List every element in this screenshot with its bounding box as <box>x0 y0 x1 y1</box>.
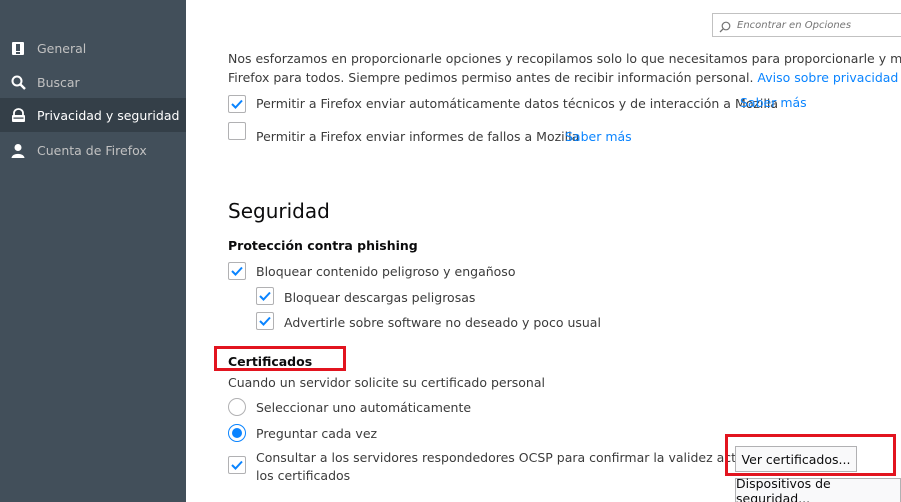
block-downloads-label[interactable]: Bloquear descargas peligrosas <box>284 290 475 305</box>
privacy-intro-line2: Firefox para todos. Siempre pedimos perm… <box>228 70 899 85</box>
sidebar-item-label: Buscar <box>37 74 80 90</box>
phishing-heading: Protección contra phishing <box>228 238 418 253</box>
certificates-description: Cuando un servidor solicite su certifica… <box>228 375 545 390</box>
radio-select-automatically-label[interactable]: Seleccionar uno automáticamente <box>256 400 471 415</box>
block-content-checkbox[interactable] <box>228 262 246 280</box>
privacy-notice-link[interactable]: Aviso sobre privacidad <box>757 70 898 85</box>
security-devices-button[interactable]: Dispositivos de seguridad... <box>735 476 901 502</box>
checkmark-icon <box>259 316 271 326</box>
crash-reports-checkbox[interactable] <box>228 122 246 140</box>
sidebar-item-privacy[interactable]: Privacidad y seguridad <box>0 98 186 132</box>
ocsp-label-line1[interactable]: Consultar a los servidores respondedores… <box>256 450 775 465</box>
block-downloads-checkbox[interactable] <box>256 287 274 305</box>
radio-ask-every-time[interactable] <box>228 424 246 442</box>
search-icon <box>10 74 26 90</box>
checkmark-icon <box>259 291 271 301</box>
sidebar-item-label: General <box>37 40 87 56</box>
checkmark-icon <box>231 460 243 470</box>
general-icon <box>10 40 26 56</box>
sidebar-item-label: Cuenta de Firefox <box>37 142 147 158</box>
checkmark-icon <box>231 266 243 276</box>
view-certificates-button[interactable]: Ver certificados... <box>735 446 857 472</box>
telemetry-label[interactable]: Permitir a Firefox enviar automáticament… <box>256 96 778 111</box>
sidebar: General Buscar Privacidad y seguridad Cu… <box>0 0 186 502</box>
lock-icon <box>10 107 26 123</box>
certificates-heading: Certificados <box>228 354 313 369</box>
main-content: Nos esforzamos en proporcionarle opcione… <box>186 0 901 502</box>
block-content-label[interactable]: Bloquear contenido peligroso y engañoso <box>256 264 515 279</box>
sidebar-item-general[interactable]: General <box>0 31 186 65</box>
ocsp-label-line2[interactable]: los certificados <box>256 468 350 483</box>
radio-select-automatically[interactable] <box>228 398 246 416</box>
sidebar-item-account[interactable]: Cuenta de Firefox <box>0 133 186 167</box>
sidebar-item-buscar[interactable]: Buscar <box>0 65 186 99</box>
crash-learn-more-link[interactable]: Saber más <box>565 129 632 144</box>
security-title: Seguridad <box>228 199 330 223</box>
account-icon <box>10 142 26 158</box>
privacy-intro-line1: Nos esforzamos en proporcionarle opcione… <box>228 51 901 66</box>
warn-unwanted-checkbox[interactable] <box>256 312 274 330</box>
crash-reports-label[interactable]: Permitir a Firefox enviar informes de fa… <box>256 129 579 144</box>
ocsp-checkbox[interactable] <box>228 456 246 474</box>
checkmark-icon <box>231 99 243 109</box>
warn-unwanted-label[interactable]: Advertirle sobre software no deseado y p… <box>284 315 601 330</box>
telemetry-checkbox[interactable] <box>228 95 246 113</box>
sidebar-item-label: Privacidad y seguridad <box>37 107 180 123</box>
telemetry-learn-more-link[interactable]: Saber más <box>740 95 807 110</box>
radio-ask-every-time-label[interactable]: Preguntar cada vez <box>256 426 377 441</box>
